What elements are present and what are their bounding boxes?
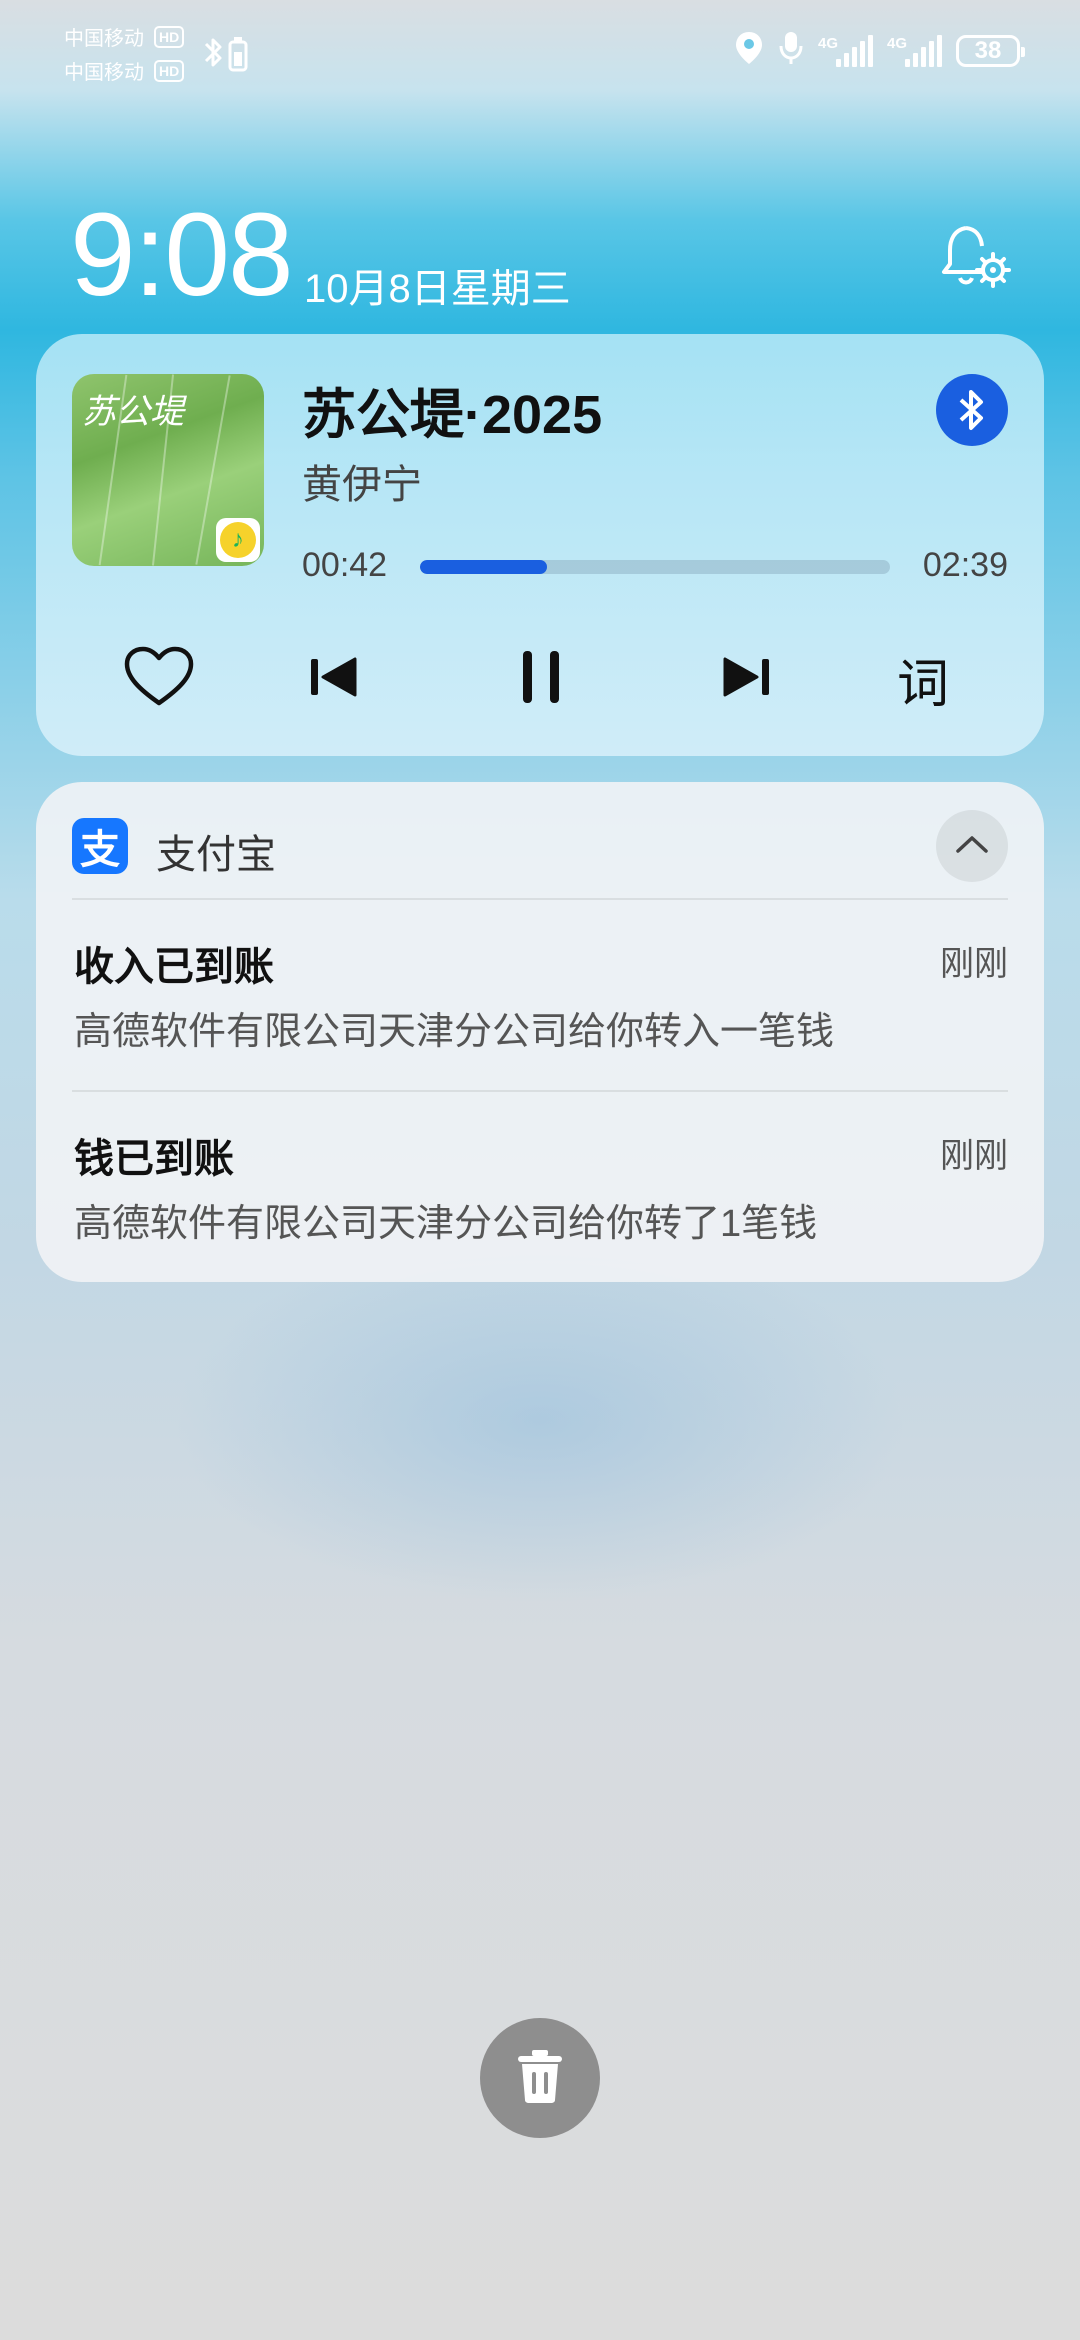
status-icons: 4G 4G 38 — [734, 30, 1025, 71]
chevron-up-icon — [954, 833, 990, 860]
notification-time: 刚刚 — [940, 1137, 1008, 1175]
carrier-2: 中国移动 HD — [64, 56, 185, 85]
bluetooth-battery-icon — [202, 34, 252, 79]
notification-item[interactable]: 收入已到账 刚刚 高德软件有限公司天津分公司给你转入一笔钱 — [36, 900, 1044, 1090]
notification-title: 收入已到账 — [74, 945, 274, 989]
pause-icon — [519, 647, 563, 712]
heart-icon — [123, 645, 195, 714]
notification-settings-icon[interactable] — [936, 220, 1012, 296]
total-time: 02:39 — [922, 546, 1008, 584]
next-button[interactable] — [702, 634, 792, 724]
like-button[interactable] — [114, 634, 204, 724]
current-time: 00:42 — [302, 546, 388, 584]
notification-body: 高德软件有限公司天津分公司给你转入一笔钱 — [74, 1011, 835, 1053]
alipay-icon: 支 — [72, 818, 128, 874]
battery-icon: 38 — [956, 34, 1025, 67]
notification-item[interactable]: 钱已到账 刚刚 高德软件有限公司天津分公司给你转了1笔钱 — [36, 1092, 1044, 1282]
qq-music-icon: ♪ — [216, 518, 260, 562]
carrier-1-label: 中国移动 — [64, 28, 144, 50]
hd-badge-1: HD — [154, 25, 185, 48]
album-cover[interactable]: 苏公堤 ♪ — [72, 374, 264, 566]
progress-fill — [420, 560, 547, 574]
signal-icon: 4G — [818, 34, 873, 67]
next-track-icon — [721, 653, 773, 706]
alipay-notification-group[interactable]: 支 支付宝 收入已到账 刚刚 高德软件有限公司天津分公司给你转入一笔钱 钱已到账… — [36, 782, 1044, 1282]
artist-name: 黄伊宁 — [302, 463, 422, 507]
notification-time: 刚刚 — [940, 945, 1008, 983]
signal-icon: 4G — [887, 34, 942, 67]
carrier-2-label: 中国移动 — [64, 62, 144, 84]
previous-track-icon — [307, 653, 359, 706]
trash-icon — [514, 2048, 566, 2109]
location-icon — [734, 30, 764, 71]
signal-1-label: 4G — [818, 34, 839, 52]
clear-notifications-button[interactable] — [480, 2018, 600, 2138]
pause-button[interactable] — [496, 634, 586, 724]
collapse-button[interactable] — [936, 810, 1008, 882]
signal-2-label: 4G — [887, 34, 908, 52]
lyrics-button[interactable]: 词 — [878, 634, 968, 724]
hd-badge-2: HD — [154, 59, 185, 82]
notification-body: 高德软件有限公司天津分公司给你转了1笔钱 — [74, 1203, 818, 1245]
music-player-card[interactable]: 苏公堤 ♪ 苏公堤·2025 黄伊宁 00:42 02:39 词 — [36, 334, 1044, 756]
song-title: 苏公堤·2025 — [302, 385, 603, 445]
previous-button[interactable] — [288, 634, 378, 724]
bluetooth-icon[interactable] — [936, 374, 1008, 446]
clock-date: 10月8日星期三 — [304, 267, 571, 311]
app-name: 支付宝 — [156, 833, 276, 877]
clock-time: 9:08 — [70, 189, 294, 321]
carrier-1: 中国移动 HD — [64, 22, 185, 51]
notification-title: 钱已到账 — [74, 1137, 234, 1181]
battery-level: 38 — [974, 36, 1002, 64]
progress-bar[interactable] — [420, 560, 890, 574]
album-cover-title: 苏公堤 — [82, 392, 184, 432]
microphone-icon — [778, 30, 804, 71]
